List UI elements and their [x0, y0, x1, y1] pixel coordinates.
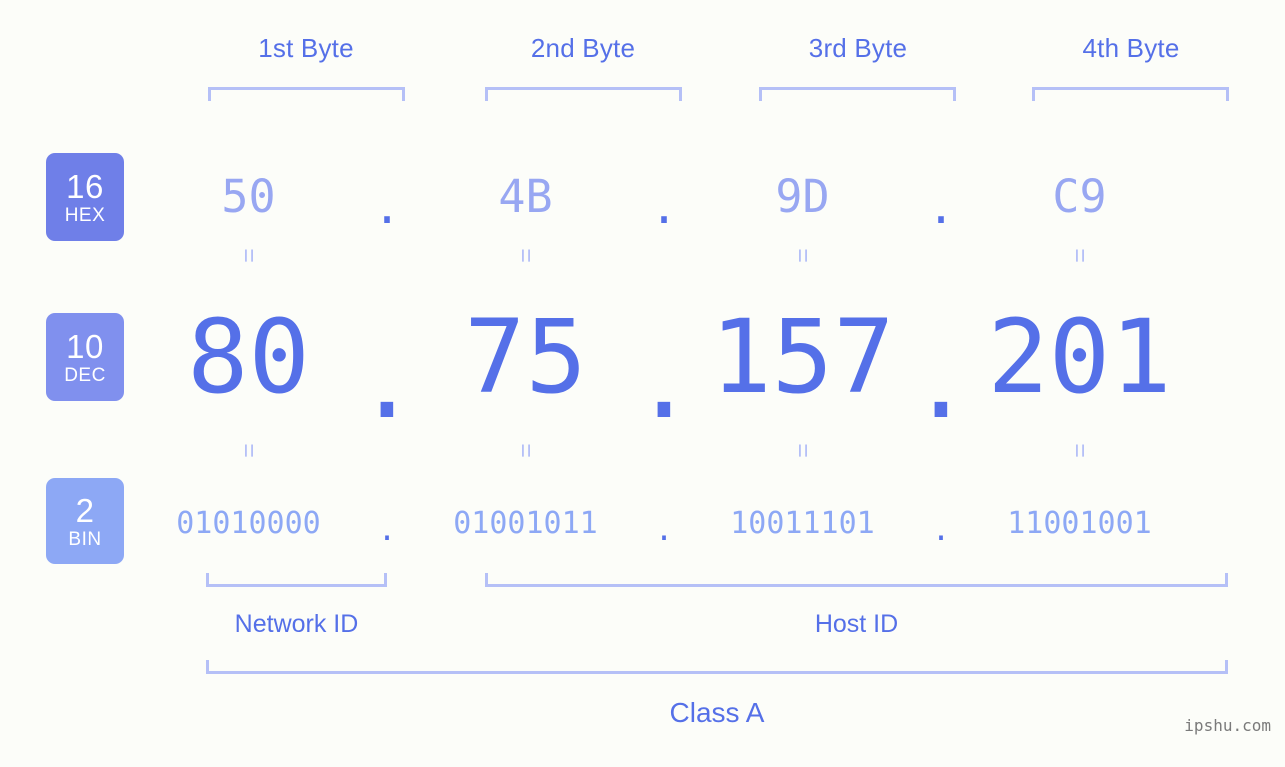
hex-separator-2: .	[650, 181, 678, 234]
hex-value-row: 50 . 4B . 9D . C9	[150, 150, 1285, 242]
ip-address-breakdown-diagram: 1st Byte 2nd Byte 3rd Byte 4th Byte 16 H…	[0, 0, 1285, 767]
equality-marker-6: =	[511, 443, 540, 458]
bin-octet-1: 01010000	[176, 505, 321, 541]
bin-separator-1: .	[377, 513, 397, 548]
base-badge-bin-number: 2	[75, 491, 95, 529]
byte-bracket-3	[759, 87, 956, 101]
bin-separator-3: .	[931, 513, 951, 548]
host-id-bracket	[485, 573, 1228, 587]
equality-marker-1: =	[234, 248, 263, 263]
host-id-label: Host ID	[814, 610, 899, 638]
bin-separator-2: .	[654, 513, 674, 548]
dec-octet-2: 75	[464, 297, 587, 417]
dec-octet-3: 157	[710, 297, 895, 417]
hex-octet-4: C9	[1052, 169, 1107, 223]
hex-octet-2: 4B	[498, 169, 553, 223]
bin-octet-3: 10011101	[730, 505, 875, 541]
equality-marker-4: =	[1065, 248, 1094, 263]
byte-label-2: 2nd Byte	[530, 33, 636, 63]
hex-octet-1: 50	[221, 169, 276, 223]
equality-marker-2: =	[511, 248, 540, 263]
equality-marker-7: =	[788, 443, 817, 458]
hex-octet-3: 9D	[775, 169, 830, 223]
dec-octet-1: 80	[187, 297, 310, 417]
class-bracket	[206, 660, 1228, 674]
equality-marker-8: =	[1065, 443, 1094, 458]
base-badge-dec: 10 DEC	[46, 313, 124, 401]
byte-bracket-1	[208, 87, 405, 101]
network-id-bracket	[206, 573, 387, 587]
base-badge-hex: 16 HEX	[46, 153, 124, 241]
base-badge-dec-number: 10	[66, 327, 104, 365]
equality-row-dec-bin: = = = =	[150, 438, 1285, 463]
byte-bracket-2	[485, 87, 682, 101]
byte-label-4: 4th Byte	[1082, 33, 1180, 63]
byte-label-3: 3rd Byte	[808, 33, 908, 63]
equality-marker-3: =	[788, 248, 817, 263]
equality-marker-5: =	[234, 443, 263, 458]
site-watermark: ipshu.com	[1184, 716, 1271, 735]
equality-row-hex-dec: = = = =	[150, 243, 1285, 268]
dec-octet-4: 201	[987, 297, 1172, 417]
dec-separator-2: .	[633, 322, 695, 442]
dec-separator-3: .	[910, 322, 972, 442]
bin-value-row: 01010000 . 01001011 . 10011101 . 1100100…	[150, 497, 1285, 549]
base-badge-dec-name: DEC	[64, 364, 106, 386]
hex-separator-1: .	[373, 181, 401, 234]
dec-value-row: 80 . 75 . 157 . 201	[150, 297, 1285, 442]
byte-bracket-4	[1032, 87, 1229, 101]
class-label: Class A	[669, 697, 765, 728]
base-badge-bin: 2 BIN	[46, 478, 124, 564]
base-badge-hex-name: HEX	[64, 204, 106, 226]
dec-separator-1: .	[356, 322, 418, 442]
base-badge-bin-name: BIN	[68, 528, 102, 550]
hex-separator-3: .	[927, 181, 955, 234]
network-id-label: Network ID	[234, 610, 359, 638]
bin-octet-4: 11001001	[1007, 505, 1152, 541]
byte-label-1: 1st Byte	[258, 33, 354, 63]
bin-octet-2: 01001011	[453, 505, 598, 541]
base-badge-hex-number: 16	[66, 167, 104, 205]
